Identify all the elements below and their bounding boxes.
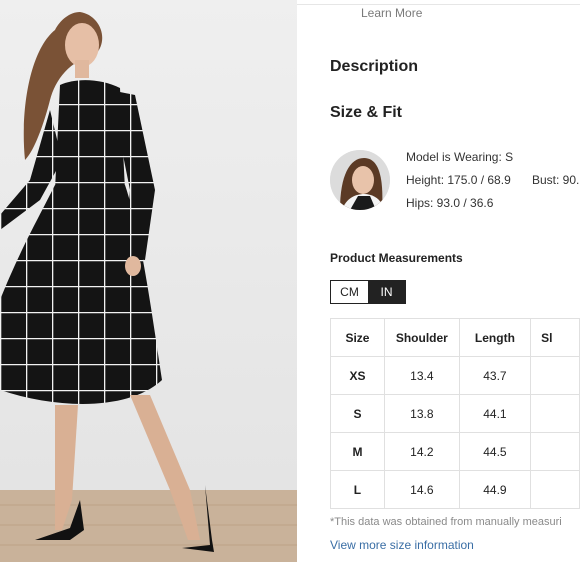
row-sleeve <box>530 432 580 471</box>
table-row: L 14.6 44.9 <box>330 470 580 509</box>
row-length: 44.5 <box>458 432 532 471</box>
table-row: S 13.8 44.1 <box>330 394 580 433</box>
table-row: M 14.2 44.5 <box>330 432 580 471</box>
row-size: S <box>330 394 385 433</box>
size-table: Size Shoulder Length Sl XS 13.4 43.7 S 1… <box>330 318 580 509</box>
row-sleeve <box>530 394 580 433</box>
row-shoulder: 13.4 <box>383 356 460 395</box>
col-shoulder: Shoulder <box>383 318 460 357</box>
col-size: Size <box>330 318 385 357</box>
description-heading[interactable]: Description <box>330 58 418 76</box>
learn-more-link[interactable]: Learn More <box>361 6 422 20</box>
model-bust: Bust: 90. <box>532 173 580 187</box>
row-shoulder: 13.8 <box>383 394 460 433</box>
product-photo <box>0 0 297 562</box>
row-sleeve <box>530 470 580 509</box>
bottom-strip <box>0 562 580 580</box>
row-sleeve <box>530 356 580 395</box>
product-measurements-title: Product Measurements <box>330 251 463 265</box>
view-more-size-link[interactable]: View more size information <box>330 538 474 552</box>
model-wearing-size: Model is Wearing: S <box>406 150 514 164</box>
row-shoulder: 14.6 <box>383 470 460 509</box>
table-header-row: Size Shoulder Length Sl <box>330 318 580 357</box>
row-length: 43.7 <box>458 356 532 395</box>
row-length: 44.1 <box>458 394 532 433</box>
row-size: XS <box>330 356 385 395</box>
model-height: Height: 175.0 / 68.9 <box>406 173 511 187</box>
unit-cm-button[interactable]: CM <box>331 281 368 303</box>
model-hips: Hips: 93.0 / 36.6 <box>406 196 494 210</box>
row-shoulder: 14.2 <box>383 432 460 471</box>
size-fit-heading[interactable]: Size & Fit <box>330 104 402 122</box>
measurement-footnote: *This data was obtained from manually me… <box>330 516 562 528</box>
col-sleeve: Sl <box>530 318 580 357</box>
unit-toggle: CM IN <box>330 280 406 304</box>
model-avatar <box>330 150 390 210</box>
top-divider <box>297 4 580 5</box>
row-size: L <box>330 470 385 509</box>
row-length: 44.9 <box>458 470 532 509</box>
table-row: XS 13.4 43.7 <box>330 356 580 395</box>
size-info-panel: Learn More Description Size & Fit Model … <box>297 0 580 562</box>
unit-in-button[interactable]: IN <box>368 281 405 303</box>
col-length: Length <box>458 318 532 357</box>
row-size: M <box>330 432 385 471</box>
